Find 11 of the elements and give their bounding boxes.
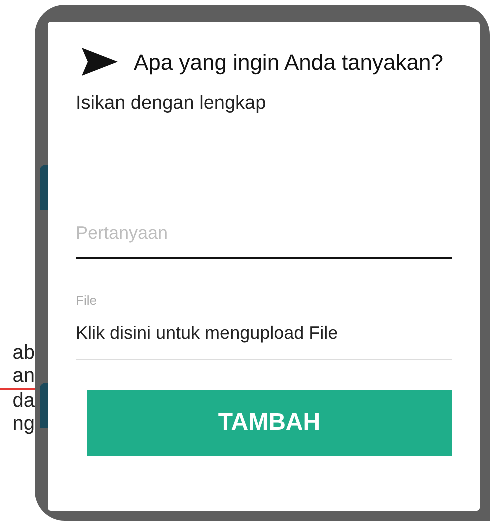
file-label: File: [76, 292, 98, 310]
background-text: ab: [12, 342, 35, 365]
card-edge: [40, 165, 48, 210]
background-text: da: [12, 390, 35, 413]
background-text: ng: [12, 413, 35, 436]
dialog-title: Apa yang ingin Anda tanyakan?: [134, 50, 444, 74]
card-edge: [40, 383, 48, 428]
dialog-subtitle: Isikan dengan lengkap: [76, 92, 268, 116]
background-text: an: [12, 365, 35, 388]
send-icon: [82, 48, 118, 76]
file-upload-field[interactable]: Klik disini untuk mengupload File: [76, 320, 452, 360]
